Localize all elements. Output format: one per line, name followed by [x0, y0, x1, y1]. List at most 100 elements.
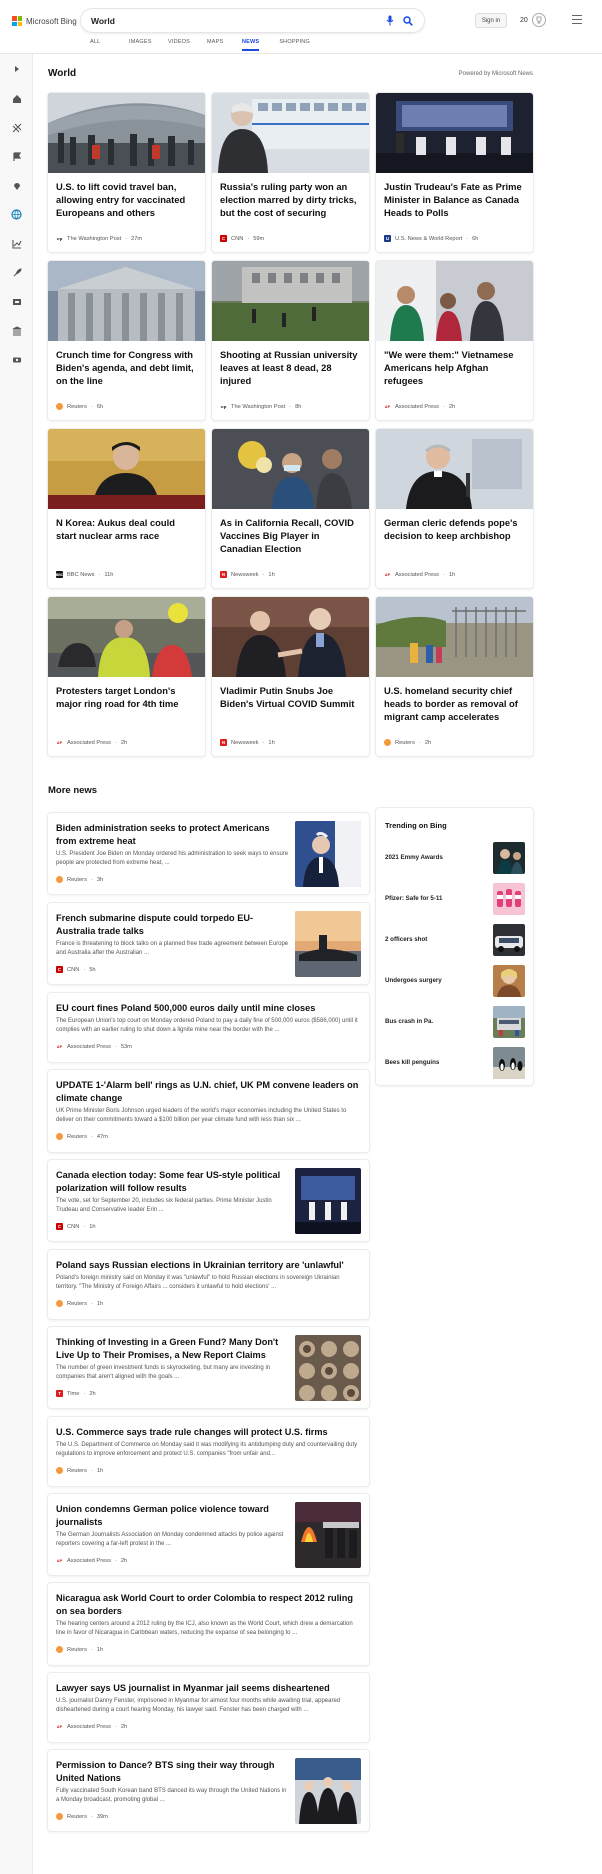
sports-icon[interactable] — [10, 121, 23, 134]
more-news-item[interactable]: French submarine dispute could torpedo E… — [48, 903, 369, 984]
hamburger-menu-icon[interactable] — [572, 15, 582, 24]
news-card-title[interactable]: Russia's ruling party won an election ma… — [220, 180, 361, 219]
news-card[interactable]: N Korea: Aukus deal could start nuclear … — [48, 429, 205, 588]
search-input[interactable]: World — [91, 16, 378, 26]
more-news-title[interactable]: Permission to Dance? BTS sing their way … — [56, 1759, 291, 1785]
source-name: Associated Press — [395, 403, 439, 410]
more-news-item[interactable]: Poland says Russian elections in Ukraini… — [48, 1250, 369, 1319]
tab-videos[interactable]: VIDEOS — [168, 39, 207, 51]
source-name: Reuters — [67, 1646, 87, 1653]
more-news-item[interactable]: Permission to Dance? BTS sing their way … — [48, 1750, 369, 1831]
news-card[interactable]: Vladimir Putin Snubs Joe Biden's Virtual… — [212, 597, 369, 756]
news-card-title[interactable]: U.S. homeland security chief heads to bo… — [384, 684, 525, 723]
news-card-title[interactable]: German cleric defends pope's decision to… — [384, 516, 525, 542]
more-news-item[interactable]: UPDATE 1-'Alarm bell' rings as U.N. chie… — [48, 1070, 369, 1152]
news-card-image — [212, 93, 369, 173]
trending-label[interactable]: 2 officers shot — [385, 936, 427, 943]
money-icon[interactable] — [10, 353, 23, 366]
news-card[interactable]: Russia's ruling party won an election ma… — [212, 93, 369, 252]
news-card[interactable]: Crunch time for Congress with Biden's ag… — [48, 261, 205, 420]
politics-building-icon[interactable] — [10, 324, 23, 337]
tab-news[interactable]: NEWS — [242, 39, 260, 51]
trending-label[interactable]: Bus crash in Pa. — [385, 1018, 433, 1025]
news-card-title[interactable]: Vladimir Putin Snubs Joe Biden's Virtual… — [220, 684, 361, 710]
news-card[interactable]: As in California Recall, COVID Vaccines … — [212, 429, 369, 588]
trending-label[interactable]: Pfizer: Safe for 5-11 — [385, 895, 442, 902]
time-ago: 39m — [96, 1813, 108, 1820]
microphone-icon[interactable] — [384, 15, 396, 27]
trending-label[interactable]: 2021 Emmy Awards — [385, 854, 443, 861]
more-news-item[interactable]: Thinking of Investing in a Green Fund? M… — [48, 1327, 369, 1408]
bbc-logo-icon: BBC — [55, 571, 64, 578]
more-news-title[interactable]: Thinking of Investing in a Green Fund? M… — [56, 1336, 291, 1362]
home-icon[interactable] — [10, 92, 23, 105]
tab-images[interactable]: IMAGES — [129, 39, 168, 51]
technology-rocket-icon[interactable] — [10, 266, 23, 279]
more-news-item[interactable]: Lawyer says US journalist in Myanmar jai… — [48, 1673, 369, 1742]
news-card-title[interactable]: Shooting at Russian university leaves at… — [220, 348, 361, 387]
news-card[interactable]: Justin Trudeau's Fate as Prime Minister … — [376, 93, 533, 252]
rewards-button[interactable]: 20 — [520, 12, 546, 28]
search-box[interactable]: World — [81, 9, 424, 32]
trending-item[interactable]: Pfizer: Safe for 5-11 — [385, 883, 525, 915]
news-card-title[interactable]: As in California Recall, COVID Vaccines … — [220, 516, 361, 555]
time-ago: 47m — [96, 1133, 108, 1140]
bing-logo[interactable]: Microsoft Bing — [12, 15, 77, 27]
entertainment-film-icon[interactable] — [10, 295, 23, 308]
more-news-title[interactable]: French submarine dispute could torpedo E… — [56, 912, 291, 938]
tab-maps[interactable]: MAPS — [207, 39, 242, 51]
expand-sidebar-icon[interactable] — [10, 62, 23, 75]
search-icon[interactable] — [402, 15, 414, 27]
more-news-item[interactable]: Canada election today: Some fear US-styl… — [48, 1160, 369, 1241]
news-card-title[interactable]: N Korea: Aukus deal could start nuclear … — [56, 516, 197, 542]
more-news-title[interactable]: U.S. Commerce says trade rule changes wi… — [56, 1426, 361, 1439]
trending-label[interactable]: Bees kill penguins — [385, 1059, 439, 1066]
business-chart-icon[interactable] — [10, 237, 23, 250]
news-card[interactable]: U.S. to lift covid travel ban, allowing … — [48, 93, 205, 252]
news-card-title[interactable]: "We were them:" Vietnamese Americans hel… — [384, 348, 525, 387]
trending-label[interactable]: Undergoes surgery — [385, 977, 442, 984]
news-card[interactable]: "We were them:" Vietnamese Americans hel… — [376, 261, 533, 420]
more-news-title[interactable]: Poland says Russian elections in Ukraini… — [56, 1259, 361, 1272]
separator: · — [83, 966, 86, 973]
more-news-item[interactable]: EU court fines Poland 500,000 euros dail… — [48, 993, 369, 1062]
news-card[interactable]: Protesters target London's major ring ro… — [48, 597, 205, 756]
us-flag-icon[interactable] — [10, 150, 23, 163]
trending-item[interactable]: 2021 Emmy Awards — [385, 842, 525, 874]
more-news-title[interactable]: UPDATE 1-'Alarm bell' rings as U.N. chie… — [56, 1079, 361, 1105]
news-card-title[interactable]: Crunch time for Congress with Biden's ag… — [56, 348, 197, 387]
news-card-title[interactable]: Protesters target London's major ring ro… — [56, 684, 197, 710]
more-news-snippet: The number of green investment funds is … — [56, 1365, 271, 1380]
more-news-title[interactable]: Union condemns German police violence to… — [56, 1503, 291, 1529]
news-card-title[interactable]: U.S. to lift covid travel ban, allowing … — [56, 180, 197, 219]
news-card-source: AP Associated Press · 1h — [384, 571, 455, 578]
news-card-title[interactable]: Justin Trudeau's Fate as Prime Minister … — [384, 180, 525, 219]
news-card[interactable]: Shooting at Russian university leaves at… — [212, 261, 369, 420]
trending-item[interactable]: Bees kill penguins — [385, 1047, 525, 1079]
trending-item[interactable]: Bus crash in Pa. — [385, 1006, 525, 1038]
source-name: CNN — [67, 1223, 80, 1230]
trending-item[interactable]: 2 officers shot — [385, 924, 525, 956]
more-news-item[interactable]: Biden administration seeks to protect Am… — [48, 813, 369, 894]
news-card[interactable]: U.S. homeland security chief heads to bo… — [376, 597, 533, 756]
more-news-item[interactable]: U.S. Commerce says trade rule changes wi… — [48, 1417, 369, 1486]
separator: · — [442, 403, 445, 410]
more-news-title[interactable]: EU court fines Poland 500,000 euros dail… — [56, 1002, 361, 1015]
trending-item[interactable]: Undergoes surgery — [385, 965, 525, 997]
source-name: Associated Press — [67, 1723, 111, 1730]
time-ago: 6h — [96, 403, 104, 410]
more-news-title[interactable]: Nicaragua ask World Court to order Colom… — [56, 1592, 361, 1618]
globe-icon[interactable] — [10, 208, 23, 221]
more-news-item[interactable]: Union condemns German police violence to… — [48, 1494, 369, 1575]
source-name: The Washington Post — [67, 235, 122, 242]
source-name: Associated Press — [67, 1043, 111, 1050]
news-card[interactable]: German cleric defends pope's decision to… — [376, 429, 533, 588]
more-news-title[interactable]: Lawyer says US journalist in Myanmar jai… — [56, 1682, 361, 1695]
more-news-title[interactable]: Biden administration seeks to protect Am… — [56, 822, 291, 848]
tab-all[interactable]: ALL — [90, 39, 129, 51]
tab-shopping[interactable]: SHOPPING — [279, 39, 318, 51]
location-icon[interactable] — [10, 179, 23, 192]
more-news-item[interactable]: Nicaragua ask World Court to order Colom… — [48, 1583, 369, 1665]
more-news-title[interactable]: Canada election today: Some fear US-styl… — [56, 1169, 291, 1195]
sign-in-button[interactable]: Sign in — [475, 13, 507, 28]
